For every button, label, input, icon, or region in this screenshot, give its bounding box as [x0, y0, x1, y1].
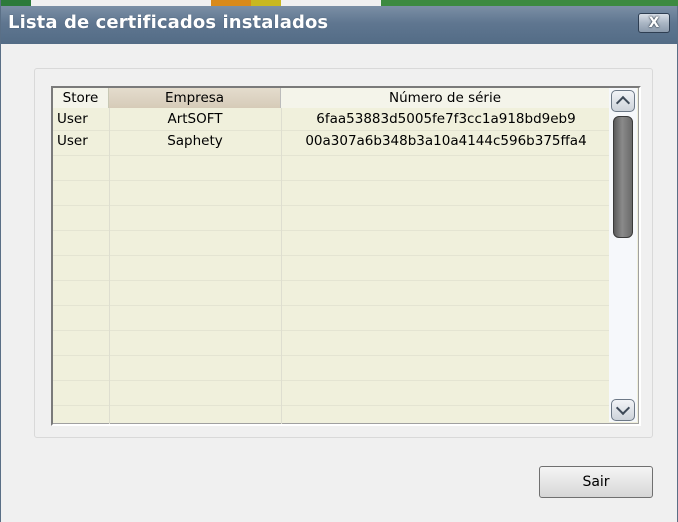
chevron-down-icon	[615, 400, 631, 416]
row-gridline	[53, 255, 609, 256]
cell-empresa: Saphety	[167, 133, 223, 149]
cell-empresa: ArtSOFT	[167, 111, 223, 127]
column-divider	[109, 108, 110, 424]
row-gridline	[53, 180, 609, 181]
row-gridline	[53, 380, 609, 381]
row-gridline	[53, 205, 609, 206]
cell-store: User	[57, 111, 88, 127]
column-header-store[interactable]: Store	[53, 88, 109, 108]
list-grid: User ArtSOFT 6faa53883d5005fe7f3cc1a918b…	[53, 108, 609, 424]
row-gridline	[53, 330, 609, 331]
certificates-group: Store Empresa Número de série User ArtSO…	[34, 68, 653, 438]
column-header-empresa[interactable]: Empresa	[109, 88, 281, 108]
scroll-down-button[interactable]	[611, 399, 635, 421]
row-gridline	[53, 305, 609, 306]
scroll-thumb[interactable]	[613, 116, 633, 238]
dialog-client-area: Store Empresa Número de série User ArtSO…	[1, 44, 677, 522]
certificates-dialog: Lista de certificados instalados X Store…	[0, 0, 678, 522]
row-gridline	[53, 355, 609, 356]
window-title: Lista de certificados instalados	[8, 12, 329, 33]
row-gridline	[53, 230, 609, 231]
cell-serial: 6faa53883d5005fe7f3cc1a918bd9eb9	[316, 111, 576, 127]
title-bar[interactable]: Lista de certificados instalados X	[1, 6, 677, 44]
close-button[interactable]: X	[638, 13, 670, 33]
table-row[interactable]: User Saphety 00a307a6b348b3a10a4144c596b…	[53, 130, 609, 152]
column-divider	[281, 108, 282, 424]
row-gridline	[53, 280, 609, 281]
column-header-serial[interactable]: Número de série	[281, 88, 609, 108]
cell-store: User	[57, 133, 88, 149]
exit-button[interactable]: Sair	[539, 466, 653, 498]
cell-serial: 00a307a6b348b3a10a4144c596b375ffa4	[305, 133, 587, 149]
certificates-list[interactable]: Store Empresa Número de série User ArtSO…	[51, 86, 641, 426]
vertical-scrollbar[interactable]	[609, 88, 637, 422]
scroll-up-button[interactable]	[611, 90, 635, 112]
list-frame: Store Empresa Número de série User ArtSO…	[53, 88, 639, 424]
chevron-up-icon	[615, 95, 631, 111]
row-gridline	[53, 405, 609, 406]
row-gridline	[53, 155, 609, 156]
close-icon: X	[648, 15, 660, 31]
table-row[interactable]: User ArtSOFT 6faa53883d5005fe7f3cc1a918b…	[53, 108, 609, 130]
